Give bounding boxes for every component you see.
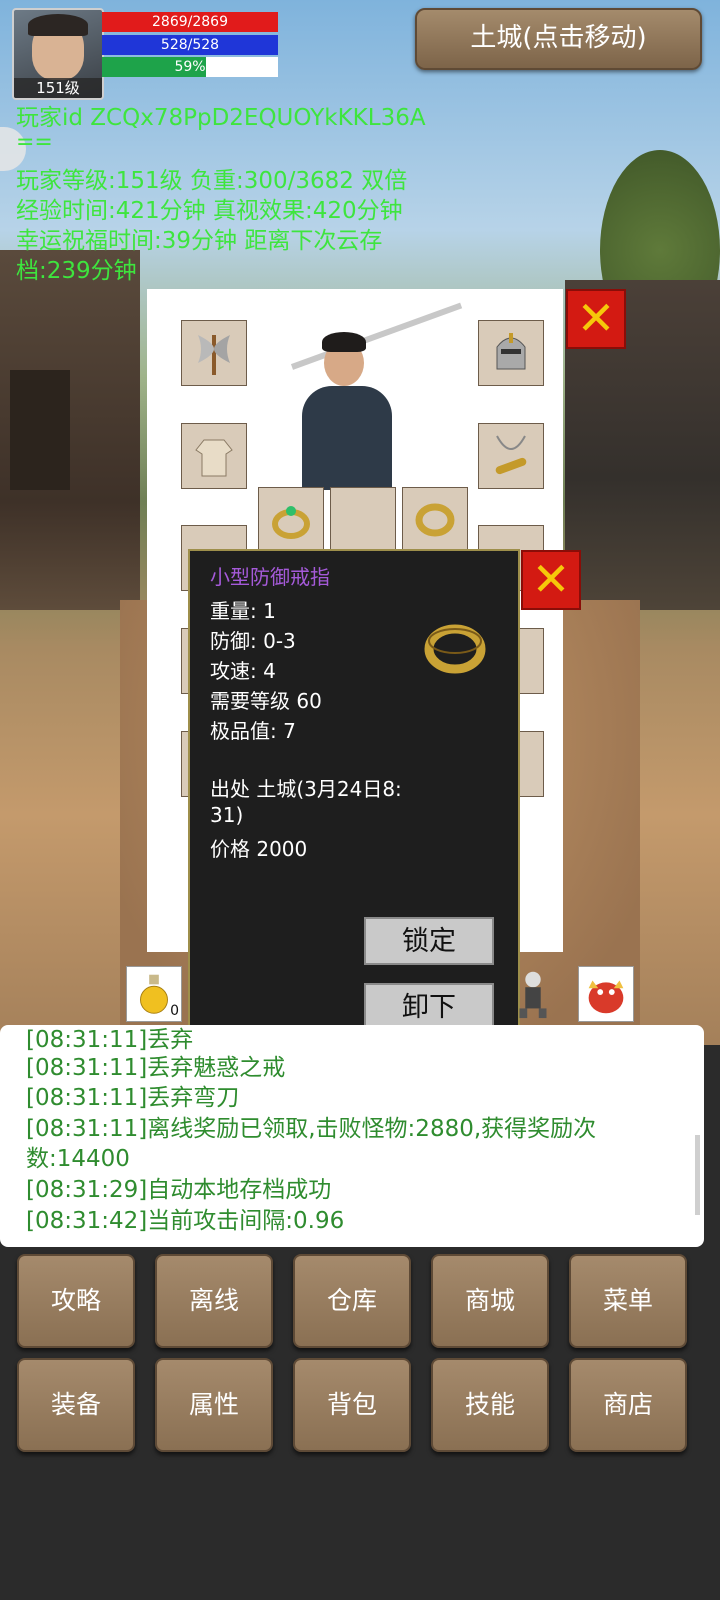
player-avatar[interactable]: 151级 <box>12 8 104 100</box>
menu-attributes-button[interactable]: 属性 <box>155 1358 273 1452</box>
ring-icon <box>415 503 455 537</box>
slot-weapon[interactable] <box>181 320 247 386</box>
stats-line: 档:239分钟 <box>16 258 137 284</box>
log-line: [08:31:11]丢弃魅惑之戒 <box>26 1055 286 1081</box>
stats-line: 幸运祝福时间:39分钟 距离下次云存 <box>16 228 383 254</box>
character-figure <box>262 302 472 490</box>
skeleton-pet-icon <box>519 971 547 1019</box>
potion-count: 0 <box>170 1003 179 1019</box>
slot-ring-right[interactable] <box>402 487 468 553</box>
menu-shop-button[interactable]: 商店 <box>569 1358 687 1452</box>
axe-icon <box>198 335 230 375</box>
log-scrollbar[interactable] <box>695 1135 700 1215</box>
left-house <box>0 250 140 610</box>
item-weight: 重量: 1 <box>210 599 276 623</box>
necklace-icon <box>495 435 527 475</box>
item-origin-cont: 31) <box>210 803 244 827</box>
slot-armor[interactable] <box>181 423 247 489</box>
stats-line: 玩家等级:151级 负重:300/3682 双倍 <box>16 168 408 194</box>
item-defense: 防御: 0-3 <box>210 629 296 653</box>
message-log[interactable]: [08:31:11]丢弃 [08:31:11]丢弃魅惑之戒 [08:31:11]… <box>0 1025 704 1247</box>
slot-empty[interactable] <box>330 487 396 553</box>
potion-slot[interactable]: 0 <box>126 966 182 1022</box>
log-line: [08:31:11]丢弃弯刀 <box>26 1085 240 1111</box>
item-required-level: 需要等级 60 <box>210 689 322 713</box>
pet-slot-2[interactable] <box>578 966 634 1022</box>
log-line: 数:14400 <box>26 1146 130 1172</box>
item-attack-speed: 攻速: 4 <box>210 659 276 683</box>
item-origin: 出处 土城(3月24日8: <box>210 777 402 801</box>
unequip-button[interactable]: 卸下 <box>364 983 494 1031</box>
item-name: 小型防御戒指 <box>210 565 330 589</box>
player-level-badge: 151级 <box>14 78 102 98</box>
log-line: [08:31:29]自动本地存档成功 <box>26 1177 332 1203</box>
log-line: [08:31:11]丢弃 <box>26 1027 194 1053</box>
menu-warehouse-button[interactable]: 仓库 <box>293 1254 411 1348</box>
player-stats-text: 玩家等级:151级 负重:300/3682 双倍 经验时间:421分钟 真视效果… <box>16 166 456 286</box>
slot-helmet[interactable] <box>478 320 544 386</box>
slot-necklace[interactable] <box>478 423 544 489</box>
menu-offline-button[interactable]: 离线 <box>155 1254 273 1348</box>
avatar-hair <box>28 14 88 36</box>
close-tooltip-button[interactable]: ✕ <box>521 550 581 610</box>
menu-guide-button[interactable]: 攻略 <box>17 1254 135 1348</box>
hp-bar: 2869/2869 <box>102 12 278 32</box>
menu-menu-button[interactable]: 菜单 <box>569 1254 687 1348</box>
pet-slot-1[interactable] <box>506 966 562 1022</box>
exp-bar: 59% <box>102 57 278 77</box>
item-tooltip: 小型防御戒指 重量: 1 防御: 0-3 攻速: 4 需要等级 60 极品值: … <box>188 549 520 1049</box>
player-id-suffix: == <box>16 130 53 155</box>
log-line: [08:31:11]离线奖励已领取,击败怪物:2880,获得奖励次 <box>26 1116 597 1142</box>
exp-bar-text: 59% <box>174 59 206 75</box>
menu-skills-button[interactable]: 技能 <box>431 1358 549 1452</box>
mp-bar: 528/528 <box>102 35 278 55</box>
slot-ring-left[interactable] <box>258 487 324 553</box>
hero-body <box>302 386 392 490</box>
menu-mall-button[interactable]: 商城 <box>431 1254 549 1348</box>
menu-equipment-button[interactable]: 装备 <box>17 1358 135 1452</box>
armor-icon <box>195 439 233 477</box>
item-quality: 极品值: 7 <box>210 719 296 743</box>
lock-button[interactable]: 锁定 <box>364 917 494 965</box>
helmet-icon <box>496 333 526 370</box>
dragon-pet-icon <box>588 980 624 1014</box>
player-id-text: 玩家id ZCQx78PpD2EQUOYkKKL36A <box>16 105 426 131</box>
ring-icon <box>272 506 310 539</box>
item-price: 价格 2000 <box>210 837 308 861</box>
log-line: [08:31:42]当前攻击间隔:0.96 <box>26 1208 345 1234</box>
hero-hair <box>322 332 366 352</box>
close-equipment-button[interactable]: ✕ <box>566 289 626 349</box>
menu-bag-button[interactable]: 背包 <box>293 1358 411 1452</box>
location-move-button[interactable]: 土城(点击移动) <box>415 8 702 70</box>
stats-line: 经验时间:421分钟 真视效果:420分钟 <box>16 198 403 224</box>
ring-icon <box>424 624 486 674</box>
